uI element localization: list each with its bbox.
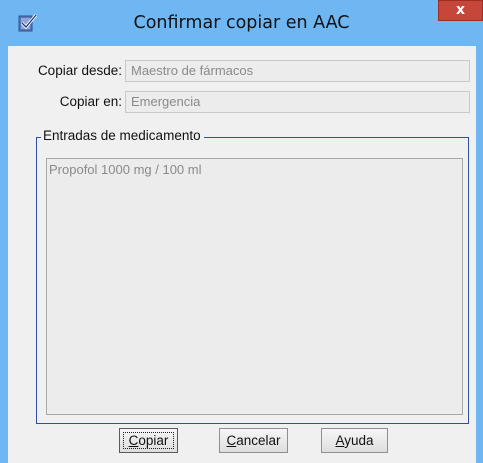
close-icon: x [455, 2, 466, 18]
help-button-mnemonic: A [335, 433, 345, 448]
copy-button-label: opiar [138, 433, 169, 448]
copy-button-mnemonic: C [128, 433, 139, 448]
cancel-button-label: ancelar [236, 433, 281, 448]
dialog-window: Confirmar copiar en AAC x Copiar desde: … [0, 0, 483, 463]
cancel-button[interactable]: Cancelar [219, 428, 288, 453]
help-button[interactable]: Ayuda [321, 428, 388, 453]
cancel-button-mnemonic: C [226, 433, 237, 448]
help-button-label: yuda [344, 433, 374, 448]
window-title: Confirmar copiar en AAC [133, 13, 350, 33]
copy-from-label: Copiar desde: [37, 63, 122, 78]
checklist-icon [18, 14, 38, 32]
dialog-body: Copiar desde: Maestro de fármacos Copiar… [8, 46, 476, 463]
copy-from-field[interactable]: Maestro de fármacos [125, 60, 470, 82]
close-button[interactable]: x [438, 0, 483, 21]
title-bar[interactable]: Confirmar copiar en AAC x [0, 0, 483, 46]
copy-to-field[interactable]: Emergencia [125, 91, 470, 113]
medication-entries-list[interactable]: Propofol 1000 mg / 100 ml [46, 158, 463, 415]
copy-button[interactable]: Copiar [119, 428, 178, 453]
list-item[interactable]: Propofol 1000 mg / 100 ml [49, 162, 201, 177]
copy-to-label: Copiar en: [59, 94, 122, 109]
medication-entries-legend: Entradas de medicamento [41, 128, 204, 143]
